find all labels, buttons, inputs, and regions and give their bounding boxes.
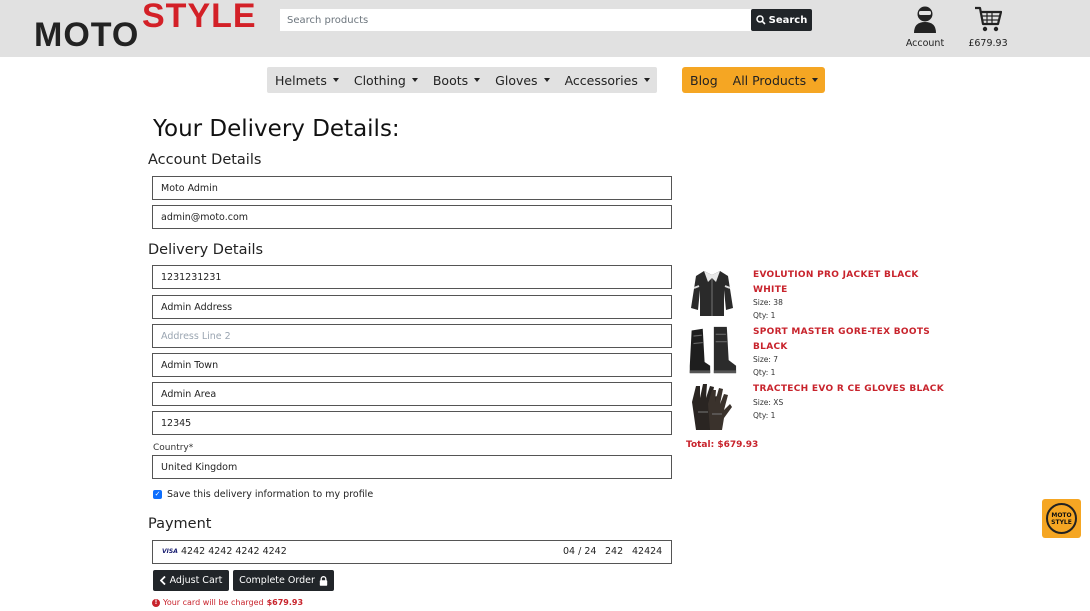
- floating-logo-badge[interactable]: MOTO STYLE: [1042, 499, 1081, 538]
- cart-link[interactable]: £679.93: [964, 5, 1012, 49]
- order-item: SPORT MASTER GORE-TEX BOOTS BLACK Size: …: [686, 325, 956, 381]
- nav-item-label: All Products: [732, 72, 807, 88]
- order-item-qty: Qty: 1: [753, 368, 776, 377]
- chevron-down-icon: [812, 78, 819, 82]
- lock-icon: [319, 575, 328, 586]
- nav-item-helmets[interactable]: Helmets: [267, 67, 346, 93]
- alert-icon: !: [152, 598, 160, 607]
- account-label: Account: [905, 38, 945, 49]
- boots-icon: [689, 326, 737, 374]
- complete-order-button[interactable]: Complete Order: [233, 570, 334, 591]
- order-item-size: Size: XS: [753, 398, 784, 407]
- country-select[interactable]: [152, 455, 672, 479]
- order-item-name[interactable]: SPORT MASTER GORE-TEX BOOTS BLACK: [753, 325, 953, 354]
- account-link[interactable]: Account: [900, 5, 950, 49]
- delivery-details-heading: Delivery Details: [148, 242, 264, 258]
- chevron-down-icon: [332, 78, 339, 82]
- chevron-down-icon: [474, 78, 481, 82]
- site-header: MOTO STYLE Search Account: [0, 0, 1090, 57]
- order-item-qty: Qty: 1: [753, 411, 776, 420]
- order-item: EVOLUTION PRO JACKET BLACK WHITE Size: 3…: [686, 268, 956, 324]
- address-line2-field[interactable]: [152, 324, 672, 348]
- search-button[interactable]: Search: [751, 9, 812, 31]
- order-item-size: Size: 7: [753, 355, 779, 364]
- save-info-row[interactable]: ✓ Save this delivery information to my p…: [153, 489, 373, 500]
- payment-heading: Payment: [148, 516, 212, 532]
- card-cvc[interactable]: 242: [605, 546, 623, 557]
- charge-amount: $679.93: [266, 598, 304, 607]
- nav-item-accessories[interactable]: Accessories: [557, 67, 657, 93]
- nav-item-gloves[interactable]: Gloves: [487, 67, 556, 93]
- charge-notice-text: Your card will be charged: [163, 598, 264, 607]
- search-bar: Search: [280, 9, 812, 31]
- nav-item-label: Clothing: [353, 72, 406, 88]
- card-input[interactable]: VISA 4242 4242 4242 4242 04 / 24 242 424…: [152, 540, 672, 564]
- nav-item-blog[interactable]: Blog: [682, 67, 725, 93]
- town-field[interactable]: [152, 353, 672, 377]
- county-field[interactable]: [152, 382, 672, 406]
- badge-text-line1: MOTO: [1051, 511, 1072, 519]
- secondary-nav: Blog All Products: [682, 67, 826, 93]
- jacket-icon: [691, 271, 733, 316]
- card-expiry[interactable]: 04 / 24: [563, 546, 596, 557]
- complete-order-label: Complete Order: [239, 575, 315, 586]
- address-line1-field[interactable]: [152, 295, 672, 319]
- country-label: Country*: [153, 443, 194, 453]
- save-info-label: Save this delivery information to my pro…: [167, 489, 374, 500]
- chevron-down-icon: [543, 78, 550, 82]
- order-item-size: Size: 38: [753, 298, 783, 307]
- cart-icon: [975, 6, 1003, 32]
- order-item-qty: Qty: 1: [753, 311, 776, 320]
- nav-item-label: Boots: [432, 72, 469, 88]
- visa-card-icon: VISA: [162, 548, 178, 555]
- logo-text-moto: MOTO: [34, 16, 140, 54]
- badge-logo: MOTO STYLE: [1046, 503, 1077, 534]
- order-total: Total: $679.93: [686, 440, 759, 450]
- save-info-checkbox[interactable]: ✓: [153, 490, 162, 499]
- order-item: TRACTECH EVO R CE GLOVES BLACK Size: XS …: [686, 382, 956, 432]
- nav-item-clothing[interactable]: Clothing: [346, 67, 425, 93]
- nav-item-boots[interactable]: Boots: [425, 67, 487, 93]
- charge-notice: ! Your card will be charged $679.93: [152, 598, 303, 607]
- nav-item-label: Accessories: [564, 72, 638, 88]
- chevron-down-icon: [411, 78, 418, 82]
- order-item-name[interactable]: TRACTECH EVO R CE GLOVES BLACK: [753, 382, 953, 397]
- nav-item-all-products[interactable]: All Products: [725, 67, 825, 93]
- chevron-left-icon: [159, 576, 166, 585]
- adjust-cart-label: Adjust Cart: [169, 575, 223, 586]
- search-input[interactable]: [280, 9, 752, 31]
- phone-field[interactable]: [152, 265, 672, 289]
- search-icon: [755, 15, 766, 25]
- card-zip[interactable]: 42424: [632, 546, 662, 557]
- card-number[interactable]: 4242 4242 4242 4242: [181, 546, 287, 557]
- page-title: Your Delivery Details:: [153, 116, 400, 142]
- cart-total: £679.93: [968, 38, 1008, 49]
- order-item-name[interactable]: EVOLUTION PRO JACKET BLACK WHITE: [753, 268, 953, 297]
- account-details-heading: Account Details: [148, 152, 262, 168]
- badge-text-line2: STYLE: [1051, 518, 1072, 526]
- nav-item-label: Helmets: [275, 72, 327, 88]
- gloves-icon: [692, 384, 732, 430]
- email-field[interactable]: [152, 205, 672, 229]
- main-nav: Helmets Clothing Boots Gloves Accessorie…: [267, 67, 657, 93]
- search-button-label: Search: [768, 14, 808, 26]
- nav-item-label: Gloves: [495, 72, 538, 88]
- site-logo[interactable]: MOTO STYLE: [34, 0, 269, 54]
- postcode-field[interactable]: [152, 411, 672, 435]
- nav-item-label: Blog: [690, 72, 718, 88]
- full-name-field[interactable]: [152, 176, 672, 200]
- adjust-cart-button[interactable]: Adjust Cart: [153, 570, 229, 591]
- chevron-down-icon: [643, 78, 650, 82]
- logo-text-style: STYLE: [142, 0, 257, 35]
- user-icon: [914, 6, 936, 33]
